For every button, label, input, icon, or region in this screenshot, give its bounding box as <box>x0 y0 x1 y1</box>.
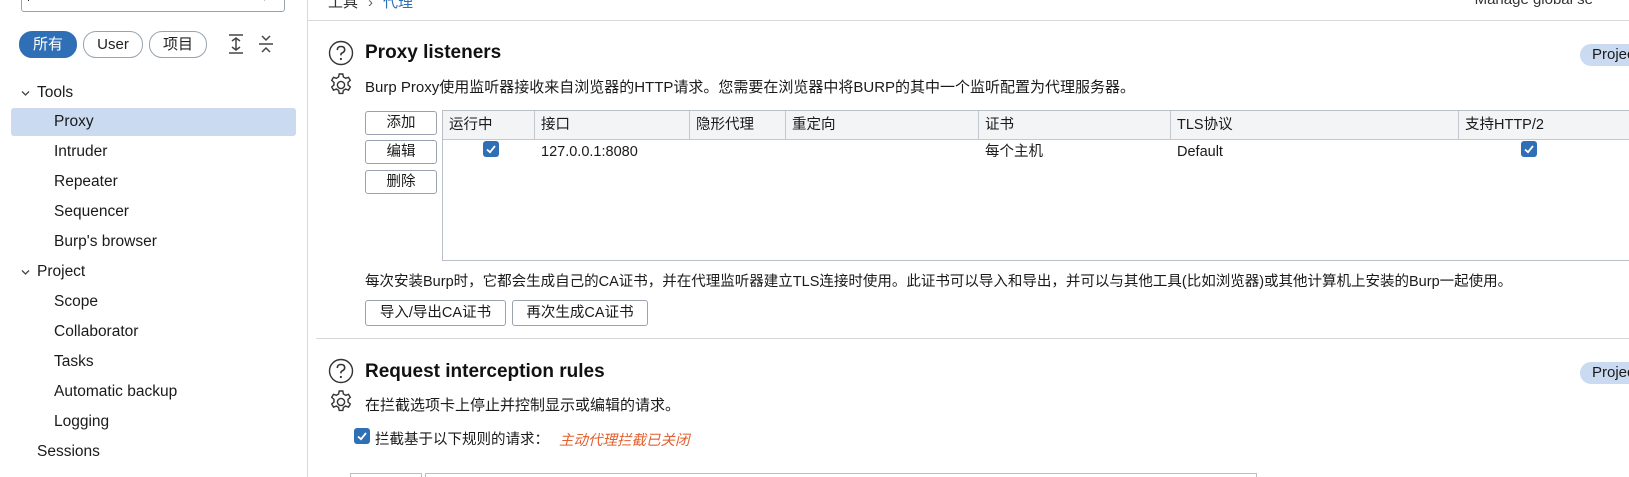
breadcrumb-root-link[interactable]: 工具 <box>328 0 358 11</box>
ca-certificate-note: 每次安装Burp时，它都会生成自己的CA证书，并在代理监听器建立TLS连接时使用… <box>365 274 1513 290</box>
interface-cell: 127.0.0.1:8080 <box>541 144 638 160</box>
table-header: 运行中 接口 隐形代理 重定向 证书 TLS协议 支持HTTP/2 <box>443 111 1629 140</box>
tree-item-tools[interactable]: Tools <box>11 79 296 107</box>
add-listener-button[interactable]: 添加 <box>365 111 437 135</box>
intercept-requests-label: 拦截基于以下规则的请求： <box>375 432 549 448</box>
tree-item-label: Proxy <box>54 113 94 130</box>
tree-item-collaborator[interactable]: Collaborator <box>11 318 296 346</box>
tree-item-label: Collaborator <box>54 323 139 340</box>
certificate-cell: 每个主机 <box>985 144 1043 160</box>
proxy-listeners-description: Burp Proxy使用监听器接收来自浏览器的HTTP请求。您需要在浏览器中将B… <box>365 79 1136 96</box>
tree-item-label: Tasks <box>54 353 94 370</box>
tree-item-project[interactable]: Project <box>11 258 296 286</box>
collapse-all-icon[interactable] <box>256 33 276 55</box>
http2-checkbox[interactable] <box>1521 141 1537 157</box>
help-icon[interactable] <box>328 40 354 66</box>
tree-item-label: Tools <box>37 84 74 101</box>
sidebar: 所有 User 项目 Tools Proxy Intruder Repeater… <box>0 0 308 477</box>
delete-listener-button[interactable]: 删除 <box>365 170 437 194</box>
main-panel: 工具 › 代理 Manage global se Proxy listeners P… <box>308 0 1629 477</box>
project-scope-badge: Projec <box>1580 362 1629 384</box>
section-divider <box>316 338 1629 339</box>
breadcrumb-bar: 工具 › 代理 Manage global se <box>308 0 1629 21</box>
edit-listener-button[interactable]: 编辑 <box>365 140 437 164</box>
tree-item-burps-browser[interactable]: Burp's browser <box>11 228 296 256</box>
project-scope-badge: Projec <box>1580 44 1629 66</box>
tree-item-repeater[interactable]: Repeater <box>11 168 296 196</box>
tree-item-label: Logging <box>54 413 110 430</box>
tree-item-intruder[interactable]: Intruder <box>11 138 296 166</box>
tree-item-sessions[interactable]: Sessions <box>11 438 296 466</box>
manage-global-settings-link[interactable]: Manage global se <box>1475 0 1593 8</box>
column-header-tls[interactable]: TLS协议 <box>1171 111 1459 139</box>
search-icon[interactable] <box>262 0 278 3</box>
tree-item-label: Automatic backup <box>54 383 178 400</box>
tls-cell: Default <box>1177 144 1223 160</box>
tree-item-tasks[interactable]: Tasks <box>11 348 296 376</box>
proxy-listeners-title: Proxy listeners <box>365 42 502 63</box>
filter-user-button[interactable]: User <box>83 31 143 58</box>
gear-icon[interactable] <box>328 72 354 98</box>
rules-side-button[interactable] <box>350 473 422 477</box>
chevron-down-icon[interactable] <box>21 268 30 277</box>
chevron-down-icon[interactable] <box>21 89 30 98</box>
interception-description: 在拦截选项卡上停止并控制显示或编辑的请求。 <box>365 397 681 414</box>
tree-item-proxy[interactable]: Proxy <box>11 108 296 136</box>
text-caret <box>28 0 29 1</box>
breadcrumb-current[interactable]: 代理 <box>383 0 413 11</box>
listeners-table: 运行中 接口 隐形代理 重定向 证书 TLS协议 支持HTTP/2 127.0.… <box>442 110 1629 261</box>
import-export-ca-button[interactable]: 导入/导出CA证书 <box>365 300 506 326</box>
search-input[interactable] <box>21 0 285 12</box>
help-icon[interactable] <box>328 358 354 384</box>
tree-item-label: Scope <box>54 293 98 310</box>
tree-item-label: Sequencer <box>54 203 129 220</box>
tree-item-scope[interactable]: Scope <box>11 288 296 316</box>
filter-project-button[interactable]: 项目 <box>149 31 207 58</box>
breadcrumb: 工具 › 代理 <box>328 0 413 12</box>
column-header-running[interactable]: 运行中 <box>443 111 535 139</box>
tree-item-label: Project <box>37 263 86 280</box>
regenerate-ca-button[interactable]: 再次生成CA证书 <box>512 300 648 326</box>
tree-item-label: Burp's browser <box>54 233 157 250</box>
column-header-invisible[interactable]: 隐形代理 <box>690 111 786 139</box>
rules-table <box>425 473 1257 477</box>
column-header-interface[interactable]: 接口 <box>535 111 690 139</box>
gear-icon[interactable] <box>328 389 354 415</box>
tree-item-automatic-backup[interactable]: Automatic backup <box>11 378 296 406</box>
interception-status: 主动代理拦截已关闭 <box>559 433 690 449</box>
check-icon <box>357 432 367 441</box>
tree-item-logging[interactable]: Logging <box>11 408 296 436</box>
tree-item-label: Repeater <box>54 173 118 190</box>
tree-item-sequencer[interactable]: Sequencer <box>11 198 296 226</box>
column-header-redirect[interactable]: 重定向 <box>786 111 979 139</box>
tree-item-label: Intruder <box>54 143 108 160</box>
intercept-requests-checkbox[interactable] <box>354 428 370 444</box>
tree-item-label: Sessions <box>37 443 100 460</box>
filter-all-button[interactable]: 所有 <box>19 31 77 58</box>
check-icon <box>486 145 496 154</box>
interception-rules-title: Request interception rules <box>365 361 605 382</box>
column-header-certificate[interactable]: 证书 <box>979 111 1171 139</box>
breadcrumb-separator: › <box>368 0 374 11</box>
column-header-http2[interactable]: 支持HTTP/2 <box>1459 111 1629 139</box>
expand-all-icon[interactable] <box>226 33 246 55</box>
check-icon <box>1524 145 1534 154</box>
running-checkbox[interactable] <box>483 141 499 157</box>
